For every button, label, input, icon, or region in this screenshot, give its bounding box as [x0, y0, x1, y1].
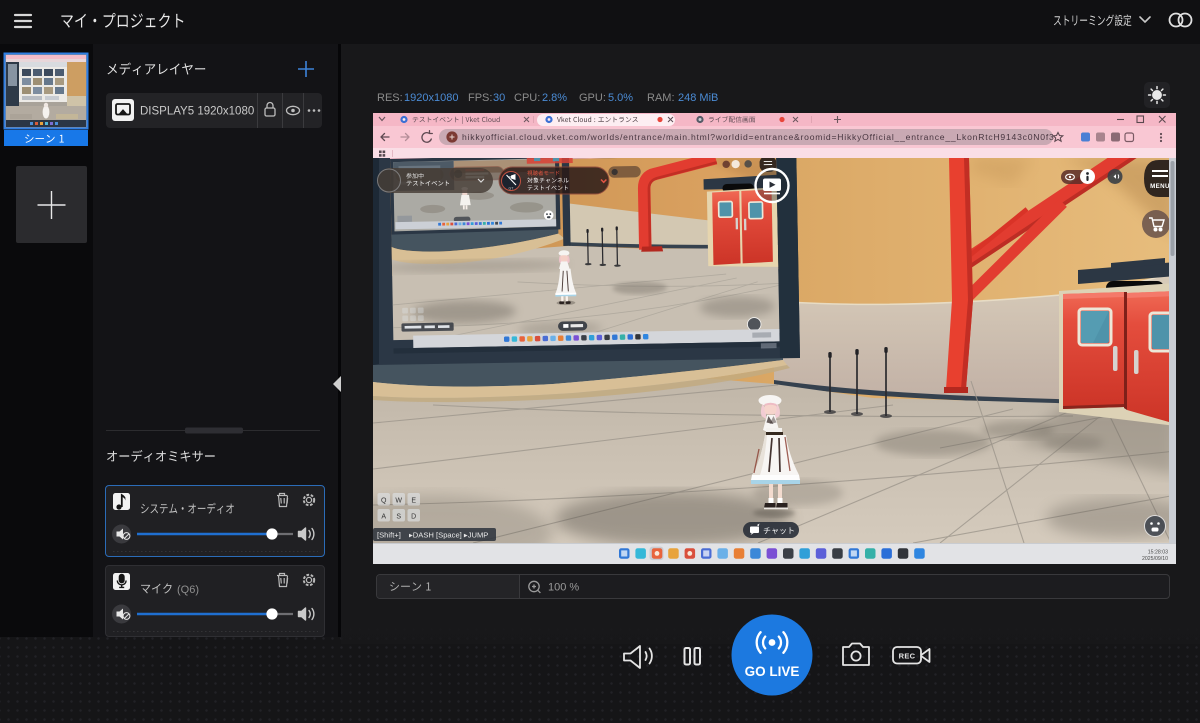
svg-text:CPU:: CPU:	[514, 92, 540, 104]
svg-text:2.8%: 2.8%	[542, 92, 567, 104]
svg-text:REC: REC	[899, 652, 916, 661]
svg-text:RAM:: RAM:	[647, 92, 675, 104]
svg-text:▸DASH [Space] ▸JUMP: ▸DASH [Space] ▸JUMP	[409, 531, 488, 540]
svg-text:D: D	[411, 514, 416, 521]
svg-text:DISPLAY5 1920x1080: DISPLAY5 1920x1080	[140, 106, 254, 118]
svg-text:FPS:: FPS:	[468, 92, 492, 104]
svg-text:S: S	[396, 514, 401, 521]
svg-text:248 MiB: 248 MiB	[678, 92, 718, 104]
svg-text:RES:: RES:	[377, 92, 403, 104]
svg-text:30: 30	[493, 92, 505, 104]
svg-text:(Q6): (Q6)	[177, 584, 199, 596]
svg-text:GO LIVE: GO LIVE	[745, 664, 800, 679]
svg-text:hikkyofficial.cloud.vket.com/w: hikkyofficial.cloud.vket.com/worlds/entr…	[462, 132, 1055, 142]
svg-text:MENU: MENU	[1150, 183, 1170, 190]
svg-text:A: A	[381, 514, 386, 521]
svg-text:E: E	[411, 498, 416, 505]
svg-text:2025/09/10: 2025/09/10	[1142, 556, 1168, 562]
svg-text:5.0%: 5.0%	[608, 92, 633, 104]
svg-text:100 %: 100 %	[548, 582, 579, 594]
svg-text:GPU:: GPU:	[579, 92, 606, 104]
svg-text:1920x1080: 1920x1080	[404, 92, 458, 104]
svg-text:[Shift+]: [Shift+]	[377, 531, 401, 540]
svg-text:Q: Q	[381, 498, 387, 505]
svg-text:W: W	[395, 498, 402, 505]
svg-text:15:28:03: 15:28:03	[1148, 550, 1168, 556]
svg-text:GT: GT	[509, 187, 515, 191]
